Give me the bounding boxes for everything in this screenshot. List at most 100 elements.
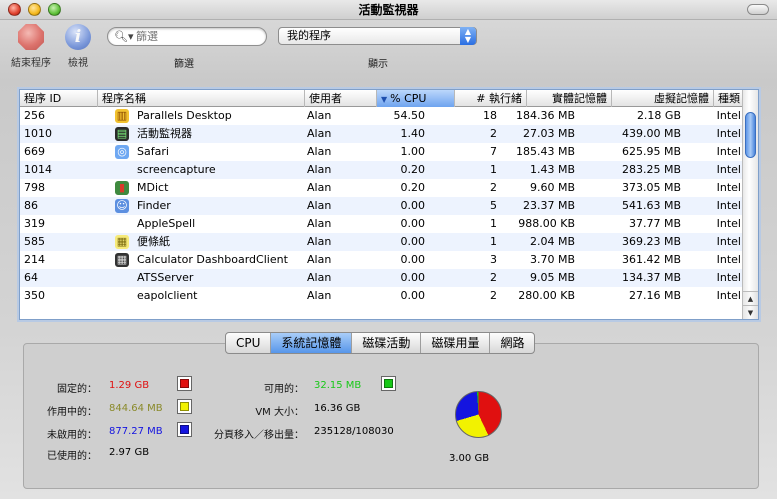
user-cell: Alan [307,253,332,266]
kind-cell: Intel [716,289,741,302]
column-header-cpu-label: % CPU [390,92,427,105]
kind-cell: Intel [716,217,741,230]
column-header-name[interactable]: 程序名稱 [98,90,305,107]
wired-color-chip [180,379,189,388]
column-header-cpu[interactable]: ▼% CPU [377,90,455,107]
memory-total-value: 3.00 GB [449,453,490,464]
table-row[interactable]: 350 eapolclient Alan 0.00 2 280.00 KB 27.16 MB… [20,287,742,305]
page-ins-outs-label: 分頁移入／移出量： [214,430,304,441]
cpu-cell: 0.00 [400,253,426,266]
active-color-chip [180,402,189,411]
show-processes-select[interactable]: 我的程序 ▲ ▼ [278,27,477,45]
wired-label: 固定的： [57,384,97,395]
used-label: 已使用的： [47,451,97,462]
virtual-memory-cell: 283.25 MB [621,163,681,176]
kind-cell: Intel [716,163,741,176]
tab-network[interactable]: 網路 [490,333,534,353]
scroll-up-arrow-icon[interactable]: ▲ [743,291,758,305]
free-label: 可用的： [264,384,304,395]
search-icon: 🔍︎▾ [114,30,134,43]
threads-cell: 2 [490,181,497,194]
threads-cell: 1 [490,235,497,248]
threads-cell: 2 [490,289,497,302]
user-cell: Alan [307,199,332,212]
safari-icon: ◎ [115,145,129,159]
real-memory-cell: 185.43 MB [515,145,575,158]
virtual-memory-cell: 361.42 MB [621,253,681,266]
pid-cell: 798 [24,181,45,194]
user-cell: Alan [307,109,332,122]
wired-color-swatch[interactable] [177,376,192,391]
virtual-memory-cell: 373.05 MB [621,181,681,194]
kind-cell: Intel [716,235,741,248]
free-color-swatch[interactable] [381,376,396,391]
kind-cell: Intel [716,253,741,266]
scroll-down-arrow-icon[interactable]: ▼ [743,305,758,319]
pid-cell: 319 [24,217,45,230]
pid-cell: 86 [24,199,38,212]
cpu-cell: 0.00 [400,217,426,230]
real-memory-cell: 280.00 KB [518,289,575,302]
table-row[interactable]: 319 AppleSpell Alan 0.00 1 988.00 KB 37.77 MB I… [20,215,742,233]
column-header-user[interactable]: 使用者 [305,90,377,107]
cpu-cell: 1.00 [400,145,426,158]
threads-cell: 5 [490,199,497,212]
show-select-value: 我的程序 [287,29,331,42]
threads-cell: 1 [490,163,497,176]
column-header-kind[interactable]: 種類 [714,90,742,107]
inspect-button[interactable]: i 檢視 [51,22,105,69]
kind-cell: Intel [716,145,741,158]
virtual-memory-cell: 369.23 MB [621,235,681,248]
pid-cell: 64 [24,271,38,284]
table-row[interactable]: 1010 活動監視器 Alan 1.40 2 27.03 MB 439.00 MB Intel… [20,125,742,143]
column-header-threads[interactable]: # 執行緒 [455,90,527,107]
quit-process-button[interactable]: 結束程序 [4,22,58,69]
real-memory-cell: 23.37 MB [522,199,575,212]
table-row[interactable]: 1014 screencapture Alan 0.20 1 1.43 MB 283.25 … [20,161,742,179]
process-name-cell: Safari [137,145,169,158]
tab-system-memory[interactable]: 系統記憶體 [271,333,353,353]
column-header-pid[interactable]: 程序 ID [20,90,98,107]
pid-cell: 1014 [24,163,52,176]
scrollbar-thumb[interactable] [745,112,756,158]
real-memory-cell: 1.43 MB [529,163,575,176]
tab-disk-usage[interactable]: 磁碟用量 [421,333,491,353]
column-header-virtual-memory[interactable]: 虛擬記憶體 [612,90,714,107]
column-header-real-memory[interactable]: 實體記憶體 [527,90,612,107]
table-row[interactable]: 669 Safari Alan 1.00 7 185.43 MB 625.95 MB Inte… [20,143,742,161]
real-memory-cell: 988.00 KB [518,217,575,230]
filter-label: 篩選 [174,59,194,70]
mdict-icon: ▮ [115,181,129,195]
table-row[interactable]: 214 Calculator DashboardClient Alan 0.00 3 3.… [20,251,742,269]
pid-cell: 350 [24,289,45,302]
close-window-button[interactable] [8,3,21,16]
active-color-swatch[interactable] [177,399,192,414]
virtual-memory-cell: 37.77 MB [628,217,681,230]
pid-cell: 256 [24,109,45,122]
zoom-window-button[interactable] [48,3,61,16]
filter-input[interactable] [136,29,261,44]
user-cell: Alan [307,289,332,302]
minimize-window-button[interactable] [28,3,41,16]
table-row[interactable]: 585 便條紙 Alan 0.00 1 2.04 MB 369.23 MB Intel ▦ [20,233,742,251]
user-cell: Alan [307,217,332,230]
toolbar-toggle-button[interactable] [747,4,769,15]
table-row[interactable]: 256 Parallels Desktop Alan 54.50 18 184.36 MB… [20,107,742,125]
user-cell: Alan [307,181,332,194]
table-row[interactable]: 86 Finder Alan 0.00 5 23.37 MB 541.63 MB Intel ☺ [20,197,742,215]
table-scrollbar[interactable]: ▲ ▼ [742,90,758,319]
threads-cell: 18 [483,109,497,122]
pid-cell: 1010 [24,127,52,140]
tab-disk-activity[interactable]: 磁碟活動 [352,333,422,353]
tab-cpu[interactable]: CPU [226,333,272,353]
table-row[interactable]: 64 ATSServer Alan 0.00 2 9.05 MB 134.37 MB Inte… [20,269,742,287]
inactive-color-chip [180,425,189,434]
real-memory-cell: 27.03 MB [522,127,575,140]
show-label: 顯示 [368,59,388,70]
filter-search-field[interactable]: 🔍︎▾ [107,27,267,46]
table-row[interactable]: 798 MDict Alan 0.20 2 9.60 MB 373.05 MB Intel ▮ [20,179,742,197]
select-arrows-icon: ▲ ▼ [460,27,476,45]
cpu-cell: 0.00 [400,199,426,212]
process-name-cell: screencapture [137,163,216,176]
inactive-color-swatch[interactable] [177,422,192,437]
